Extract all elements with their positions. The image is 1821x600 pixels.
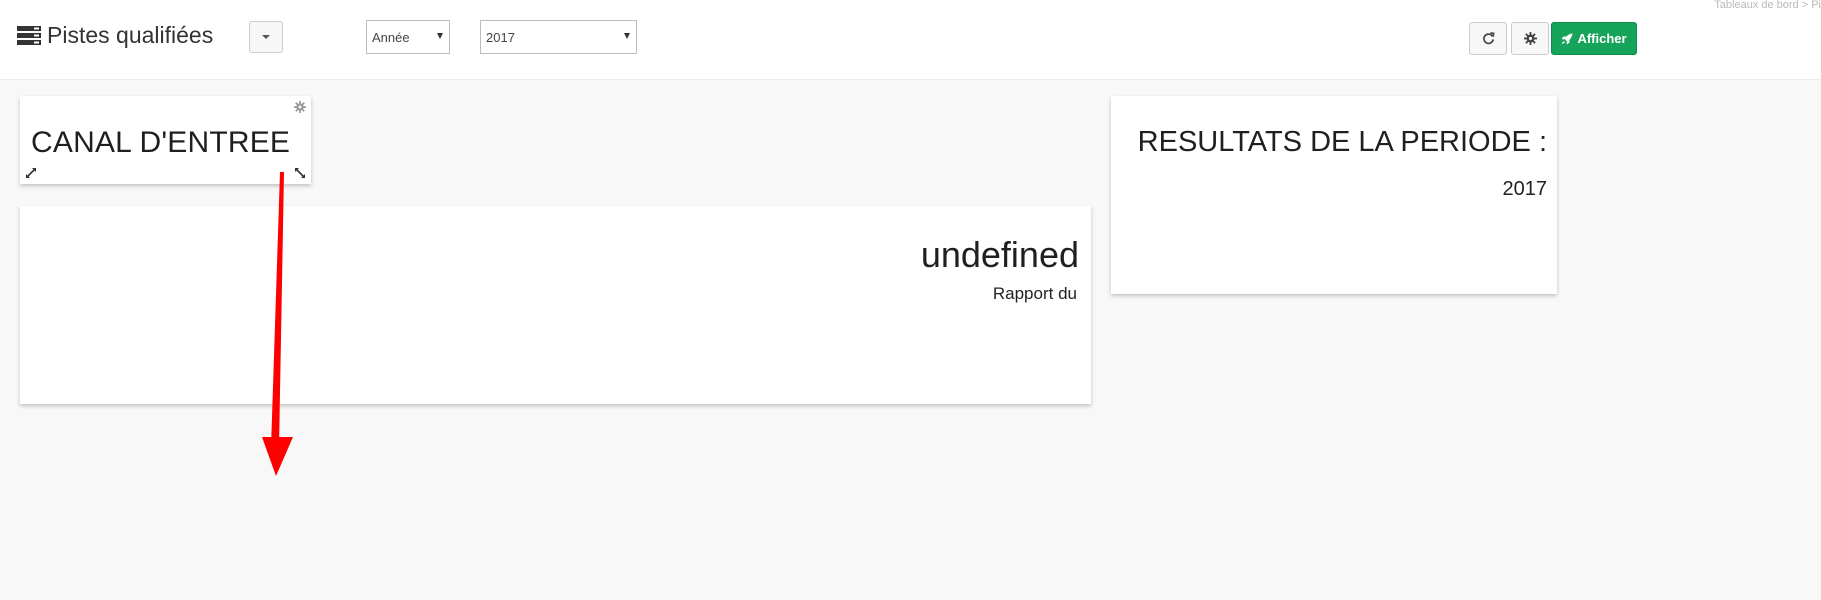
year-select-value: 2017 [486, 29, 515, 45]
year-select[interactable]: 2017 [480, 20, 637, 54]
resultats-year: 2017 [1502, 178, 1548, 200]
top-bar: Tableaux de bord > Pi Pistes qualifiées … [0, 0, 1821, 80]
report-widget: undefined Rapport du [20, 206, 1091, 404]
list-icon [17, 26, 41, 45]
refresh-icon [1482, 32, 1495, 45]
canal-widget: CANAL D'ENTREE [20, 96, 311, 184]
period-select[interactable]: Année [366, 20, 450, 54]
caret-down-icon [437, 33, 443, 39]
report-subtitle: Rapport du [992, 284, 1077, 303]
resultats-widget: RESULTATS DE LA PERIODE : 2017 [1111, 96, 1557, 294]
resize-handle-icon[interactable] [294, 167, 306, 179]
report-value: undefined [920, 234, 1079, 275]
page-title: Pistes qualifiées [17, 22, 213, 49]
caret-down-icon [262, 35, 270, 39]
caret-down-icon [624, 33, 630, 39]
afficher-button[interactable]: Afficher [1551, 22, 1637, 55]
gear-icon[interactable] [294, 101, 306, 113]
period-select-value: Année [372, 29, 410, 45]
rocket-icon [1561, 33, 1573, 44]
breadcrumb[interactable]: Tableaux de bord > Pi [1714, 0, 1821, 11]
page-title-text: Pistes qualifiées [47, 22, 214, 48]
options-dropdown-button[interactable] [249, 21, 283, 53]
afficher-label: Afficher [1577, 31, 1627, 46]
resultats-title: RESULTATS DE LA PERIODE : [1137, 126, 1547, 158]
refresh-button[interactable] [1469, 22, 1507, 55]
settings-button[interactable] [1511, 22, 1549, 55]
resize-handle-icon[interactable] [25, 167, 37, 179]
canal-widget-title: CANAL D'ENTREE [31, 126, 291, 159]
gear-icon [1523, 32, 1537, 45]
